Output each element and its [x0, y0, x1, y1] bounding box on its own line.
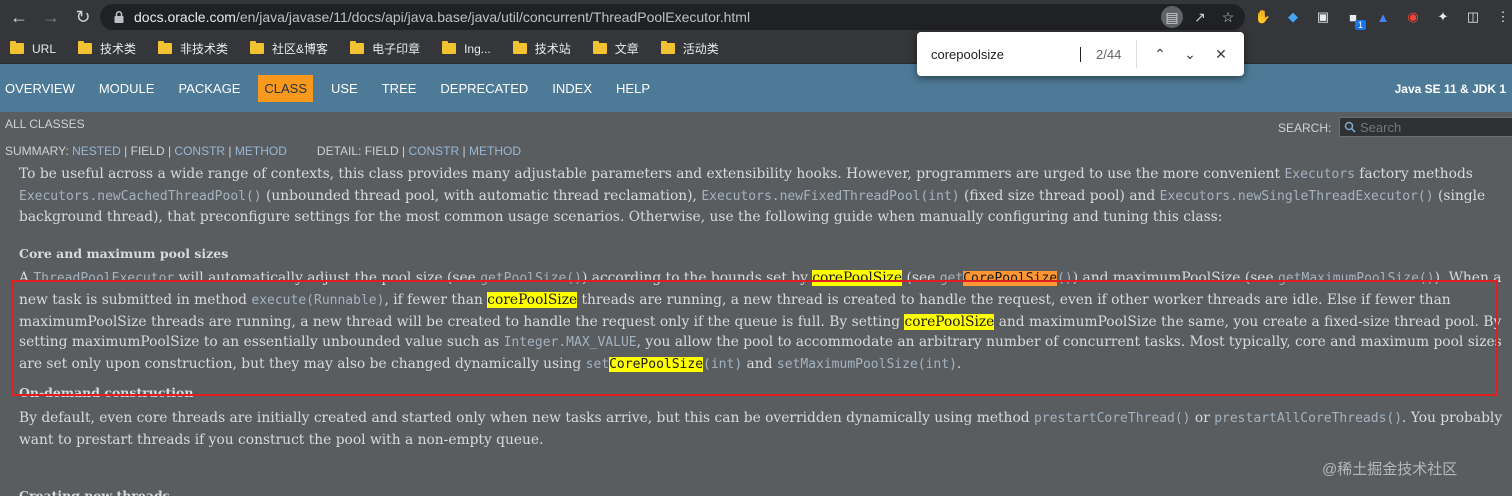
find-highlight: corePoolSize [812, 270, 903, 287]
new-fixed-thread-pool-link[interactable]: Executors.newFixedThreadPool(int) [701, 189, 959, 204]
nav-index[interactable]: INDEX [546, 75, 598, 102]
find-highlight: corePoolSize [904, 313, 995, 330]
folder-icon [350, 41, 365, 54]
address-bar[interactable]: docs.oracle.com/en/java/javase/11/docs/a… [100, 4, 1245, 30]
section-heading-on-demand: On-demand construction [19, 385, 194, 401]
chevron-down-icon[interactable]: ⌄ [1179, 43, 1201, 65]
find-match-count: 2/44 [1096, 46, 1122, 62]
folder-icon [512, 41, 527, 54]
folder-icon [10, 41, 24, 54]
folder-icon [78, 41, 93, 54]
forward-arrow-icon[interactable]: → [38, 4, 64, 30]
nav-package[interactable]: PACKAGE [172, 75, 246, 102]
reload-icon[interactable]: ↻ [70, 4, 96, 30]
get-maximum-pool-size-link[interactable]: getMaximumPoolSize() [1278, 271, 1435, 286]
nav-tree[interactable]: TREE [376, 75, 423, 102]
extension-glasses-icon[interactable]: ◉ [1402, 6, 1424, 28]
find-highlight: CorePoolSize [609, 356, 704, 372]
executors-link[interactable]: Executors [1284, 167, 1354, 182]
extension-triangle-icon[interactable]: ▲ [1372, 6, 1394, 28]
side-panel-icon[interactable]: ◫ [1462, 6, 1484, 28]
folder-icon [442, 41, 457, 54]
summary-method-link[interactable]: METHOD [235, 144, 287, 158]
share-icon[interactable]: ↗ [1189, 6, 1211, 28]
detail-constr-link[interactable]: CONSTR [409, 144, 460, 158]
execute-runnable-link[interactable]: execute(Runnable) [251, 293, 384, 308]
thread-pool-executor-code: ThreadPoolExecutor [33, 271, 175, 287]
search-label: SEARCH: [1278, 121, 1332, 135]
bookmarks-bar: URL 技术类 非技术类 社区&博客 电子印章 Ing... 技术站 文章 活动… [0, 34, 1512, 64]
core-max-paragraph: A ThreadPoolExecutor will automatically … [19, 270, 1502, 372]
folder-icon [660, 41, 675, 54]
nav-class[interactable]: CLASS [258, 74, 313, 102]
all-classes-link[interactable]: ALL CLASSES [5, 117, 85, 131]
close-icon[interactable]: ✕ [1210, 43, 1232, 65]
bookmark-folder[interactable]: 非技术类 [158, 40, 228, 57]
extension-badge: 1 [1354, 20, 1366, 30]
nav-use[interactable]: USE [325, 75, 364, 102]
get-pool-size-link[interactable]: getPoolSize() [480, 271, 582, 286]
new-cached-thread-pool-link[interactable]: Executors.newCachedThreadPool() [19, 189, 262, 204]
summary-nested-link[interactable]: NESTED [72, 144, 121, 158]
section-heading-creating-threads: Creating new threads [19, 488, 170, 496]
summary-links: SUMMARY: NESTED | FIELD | CONSTR | METHO… [5, 144, 521, 158]
nav-deprecated[interactable]: DEPRECATED [434, 75, 534, 102]
prestart-all-core-threads-link[interactable]: prestartAllCoreThreads() [1214, 411, 1402, 426]
extension-badge-icon[interactable]: ■ 1 [1342, 6, 1366, 30]
search-box[interactable] [1339, 117, 1512, 137]
menu-kebab-icon[interactable]: ⋮ [1492, 6, 1512, 28]
extension-red-hand-icon[interactable]: ✋ [1252, 6, 1274, 28]
folder-icon [592, 41, 607, 54]
new-single-thread-executor-link[interactable]: Executors.newSingleThreadExecutor() [1160, 189, 1434, 204]
url-text: docs.oracle.com/en/java/javase/11/docs/a… [134, 9, 751, 25]
detail-method-link[interactable]: METHOD [469, 144, 521, 158]
find-bar: corepoolsize 2/44 ⌃ ⌄ ✕ [917, 32, 1244, 76]
bookmark-folder[interactable]: 文章 [592, 40, 639, 57]
bookmark-folder[interactable]: Ing... [442, 41, 491, 56]
section-heading-core-max: Core and maximum pool sizes [19, 245, 229, 261]
integer-max-value-link[interactable]: Integer.MAX_VALUE [504, 335, 637, 350]
prestart-core-thread-link[interactable]: prestartCoreThread() [1034, 411, 1191, 426]
search-icon [1344, 121, 1356, 133]
find-input[interactable]: corepoolsize [931, 46, 1081, 62]
java-version-title: Java SE 11 & JDK 1 [1394, 82, 1506, 96]
chevron-up-icon[interactable]: ⌃ [1149, 43, 1171, 65]
find-divider [1136, 40, 1137, 68]
extensions-puzzle-icon[interactable]: ✦ [1432, 6, 1454, 28]
bookmark-folder[interactable]: 社区&博客 [250, 40, 328, 57]
translate-icon[interactable]: ▤ [1161, 6, 1183, 28]
summary-constr-link[interactable]: CONSTR [174, 144, 225, 158]
back-arrow-icon[interactable]: ← [6, 4, 32, 30]
detail-field-text: FIELD [364, 144, 399, 158]
watermark: @稀土掘金技术社区 [1322, 461, 1458, 478]
extension-blue-icon[interactable]: ◆ [1282, 6, 1304, 28]
folder-icon [158, 41, 173, 54]
set-maximum-pool-size-link[interactable]: setMaximumPoolSize(int) [777, 357, 957, 372]
bookmark-folder[interactable]: 技术类 [78, 40, 136, 57]
set-core-pool-size-link[interactable]: setCorePoolSize(int) [586, 356, 742, 372]
folder-icon [250, 41, 265, 54]
nav-module[interactable]: MODULE [93, 75, 161, 102]
extension-vr-icon[interactable]: ▣ [1312, 6, 1334, 28]
bookmark-folder[interactable]: URL [10, 41, 56, 56]
bookmark-star-icon[interactable]: ☆ [1217, 6, 1239, 28]
lock-icon [112, 10, 126, 24]
bookmark-folder[interactable]: 活动类 [660, 40, 719, 57]
class-description: To be useful across a wide range of cont… [19, 164, 1507, 458]
get-core-pool-size-link[interactable]: getCorePoolSize() [940, 271, 1073, 287]
summary-field-text: FIELD [130, 144, 165, 158]
bookmark-folder[interactable]: 技术站 [512, 40, 571, 57]
find-highlight: corePoolSize [487, 291, 578, 308]
javadoc-navbar: OVERVIEW MODULE PACKAGE CLASS USE TREE D… [0, 64, 1512, 112]
intro-paragraph: To be useful across a wide range of cont… [19, 166, 1486, 226]
on-demand-paragraph: By default, even core threads are initia… [19, 409, 1503, 448]
find-highlight-current: CorePoolSize [963, 271, 1058, 287]
nav-overview[interactable]: OVERVIEW [0, 75, 81, 102]
search-input[interactable] [1360, 119, 1500, 135]
bookmark-folder[interactable]: 电子印章 [350, 40, 420, 57]
nav-help[interactable]: HELP [610, 75, 656, 102]
